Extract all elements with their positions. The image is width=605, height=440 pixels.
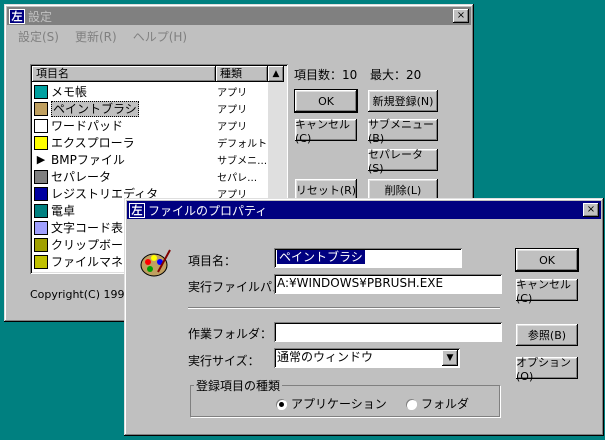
charmap-icon [34, 220, 48, 235]
list-item[interactable]: ▶ BMPファイル サブメニ… [34, 151, 266, 168]
new-register-button[interactable]: 新規登録(N) [368, 90, 438, 112]
item-count: 項目数：10 [294, 68, 358, 82]
clipboard-icon [34, 237, 48, 252]
list-item-name: ペイントブラシ [51, 101, 139, 117]
app-logo-icon: 左 [9, 8, 25, 24]
separator-button[interactable]: セパレータ(S) [368, 148, 438, 175]
column-header-name[interactable]: 項目名 [32, 66, 216, 82]
list-item-name: ワードパッド [51, 119, 124, 133]
list-item-name: エクスプローラ [51, 136, 135, 150]
menu-bar: 設定(S) 更新(R) ヘルプ(H) [18, 28, 187, 45]
paintbrush-icon [34, 101, 48, 116]
explorer-icon [34, 135, 48, 150]
radio-application-label: アプリケーション [291, 397, 387, 411]
paintbrush-icon [140, 249, 171, 277]
menu-update[interactable]: 更新(R) [75, 28, 117, 45]
exec-size-value: 通常のウィンドウ [277, 350, 374, 364]
list-item-name: 文字コード表 [51, 221, 124, 235]
list-item-name: 電卓 [51, 204, 76, 218]
submenu-button[interactable]: サブメニュー(B) [368, 118, 438, 145]
menu-help[interactable]: ヘルプ(H) [133, 28, 187, 45]
radio-application-dot[interactable] [276, 399, 287, 410]
list-item-type: セパレ… [217, 173, 258, 184]
work-folder-label: 作業フォルダ： [188, 327, 273, 341]
submenu-arrow-icon: ▶ [36, 152, 46, 166]
radio-folder[interactable]: フォルダ [406, 395, 469, 412]
list-item-type: サブメニ… [217, 156, 266, 167]
close-icon[interactable]: × [583, 203, 599, 217]
filemanager-icon [34, 254, 48, 269]
exec-size-label: 実行サイズ： [188, 354, 260, 368]
item-name-input[interactable]: ペイントブラシ [274, 248, 462, 268]
notepad-icon [34, 84, 48, 99]
dialog-cancel-button[interactable]: キャンセル(C) [516, 278, 578, 305]
column-header-type[interactable]: 種類 [216, 66, 268, 82]
radio-application[interactable]: アプリケーション [276, 395, 387, 412]
list-item-name: メモ帳 [51, 85, 88, 99]
settings-title-bar[interactable]: 左 設定 × [7, 7, 471, 25]
file-properties-dialog: 左 ファイルのプロパティ × 項目名： ペイントブラシ 実行ファイルパス： A:… [124, 198, 604, 436]
app-logo-icon: 左 [129, 202, 145, 218]
menu-settings[interactable]: 設定(S) [18, 28, 59, 45]
exec-path-input[interactable]: A:¥WINDOWS¥PBRUSH.EXE [274, 274, 502, 294]
radio-folder-label: フォルダ [421, 397, 470, 411]
item-type-group-label: 登録項目の種類 [194, 377, 283, 394]
list-item-type: アプリ [217, 88, 248, 99]
close-icon[interactable]: × [453, 9, 469, 23]
list-item[interactable]: セパレータ セパレ… [34, 168, 266, 185]
list-item[interactable]: メモ帳 アプリ [34, 83, 266, 100]
regedit-icon [34, 186, 48, 201]
item-name-label: 項目名： [188, 254, 237, 268]
divider [188, 307, 500, 309]
list-item-type: アプリ [217, 122, 248, 133]
list-item[interactable]: ペイントブラシ アプリ [34, 100, 266, 117]
item-name-value: ペイントブラシ [277, 250, 365, 264]
chevron-down-icon[interactable]: ▼ [442, 350, 458, 366]
copyright-text: Copyright(C) 1998 [30, 288, 132, 301]
list-item[interactable]: エクスプローラ デフォルト [34, 134, 266, 151]
exec-size-select[interactable]: 通常のウィンドウ ▼ [274, 348, 460, 368]
dialog-title-bar[interactable]: 左 ファイルのプロパティ × [127, 201, 601, 219]
calculator-icon [34, 203, 48, 218]
ok-button[interactable]: OK [294, 89, 358, 113]
list-item-name: セパレータ [51, 170, 112, 184]
list-item-type: デフォルト [217, 139, 266, 150]
work-folder-input[interactable] [274, 322, 502, 342]
cancel-button[interactable]: キャンセル(C) [295, 118, 357, 145]
dialog-title: ファイルのプロパティ [148, 203, 268, 218]
scroll-up-icon[interactable]: ▲ [268, 66, 284, 82]
options-button[interactable]: オプション(O) [516, 356, 578, 383]
separator-icon [34, 169, 48, 184]
list-item-name: BMPファイル [51, 153, 125, 167]
list-item-type: アプリ [217, 105, 248, 116]
list-item[interactable]: ワードパッド アプリ [34, 117, 266, 134]
browse-button[interactable]: 参照(B) [516, 324, 578, 346]
wordpad-icon [34, 118, 48, 133]
radio-folder-dot[interactable] [406, 399, 417, 410]
window-title: 設定 [28, 9, 53, 24]
max-count: 最大：20 [370, 68, 422, 82]
dialog-ok-button[interactable]: OK [515, 248, 579, 272]
